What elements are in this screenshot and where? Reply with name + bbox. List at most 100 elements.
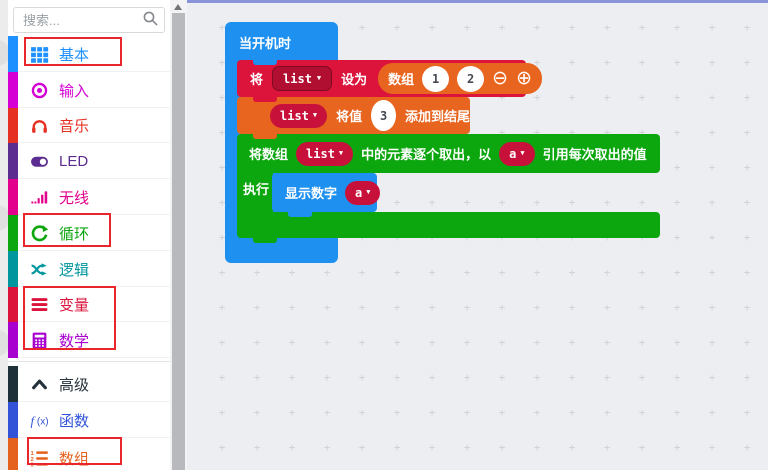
grid-plus: + bbox=[742, 408, 752, 418]
grid-plus: + bbox=[462, 303, 472, 313]
workspace-top-border bbox=[187, 0, 768, 3]
grid-plus: + bbox=[672, 233, 682, 243]
grid-plus: + bbox=[707, 408, 717, 418]
sidebar-item-music[interactable]: 音乐 bbox=[8, 108, 170, 143]
grid-plus: + bbox=[672, 128, 682, 138]
grid-plus: + bbox=[567, 373, 577, 383]
array-item-field[interactable]: 1 bbox=[422, 66, 449, 92]
for-each-block[interactable]: 将数组 list ▼ 中的元素逐个取出，以 a ▼ 引用每次取出的值 bbox=[237, 134, 660, 173]
sidebar-scrollbar[interactable] bbox=[170, 0, 187, 470]
grid-plus: + bbox=[532, 198, 542, 208]
sidebar-item-input[interactable]: 输入 bbox=[8, 72, 170, 108]
connector-bump bbox=[288, 212, 312, 217]
grid-plus: + bbox=[567, 93, 577, 103]
grid-plus: + bbox=[427, 408, 437, 418]
grid-plus: + bbox=[497, 268, 507, 278]
grid-plus: + bbox=[322, 408, 332, 418]
grid-plus: + bbox=[392, 408, 402, 418]
grid-plus: + bbox=[217, 443, 227, 453]
scrollbar-thumb[interactable] bbox=[172, 13, 185, 470]
grid-plus: + bbox=[707, 303, 717, 313]
grid-plus: + bbox=[742, 23, 752, 33]
sidebar-item-functions[interactable]: f(x)函数 bbox=[8, 402, 170, 438]
grid-plus: + bbox=[322, 338, 332, 348]
grid-plus: + bbox=[707, 128, 717, 138]
grid-plus: + bbox=[532, 93, 542, 103]
grid-plus: + bbox=[707, 23, 717, 33]
grid-plus: + bbox=[322, 373, 332, 383]
grid-plus: + bbox=[602, 338, 612, 348]
grid-plus: + bbox=[742, 128, 752, 138]
grid-plus: + bbox=[497, 23, 507, 33]
grid-plus: + bbox=[602, 268, 612, 278]
grid-plus: + bbox=[637, 373, 647, 383]
show-number-block[interactable]: 显示数字 a ▼ bbox=[272, 173, 377, 212]
grid-plus: + bbox=[707, 93, 717, 103]
grid-plus: + bbox=[567, 198, 577, 208]
sidebar-item-led[interactable]: LED bbox=[8, 143, 170, 179]
category-color-strip bbox=[8, 287, 18, 322]
append-suffix-label: 添加到结尾 bbox=[405, 106, 470, 125]
on-start-label: 当开机时 bbox=[239, 33, 291, 52]
highlight-rect-arrays bbox=[27, 437, 122, 465]
workspace-canvas[interactable]: + + + + + + + + + + + + + + + + + + + + + + + + + + + + + + + + + + + + + + + +… bbox=[187, 0, 768, 470]
dropdown-caret-icon: ▼ bbox=[317, 75, 321, 82]
grid-plus: + bbox=[287, 338, 297, 348]
grid-plus: + bbox=[392, 443, 402, 453]
grid-plus: + bbox=[532, 303, 542, 313]
grid-plus: + bbox=[462, 443, 472, 453]
grid-plus: + bbox=[637, 93, 647, 103]
grid-plus: + bbox=[602, 58, 612, 68]
grid-plus: + bbox=[392, 373, 402, 383]
variable-dropdown[interactable]: list ▼ bbox=[272, 66, 332, 91]
sidebar-item-logic[interactable]: 逻辑 bbox=[8, 251, 170, 287]
array-value-block[interactable]: 数组 1 2 ⊖ ⊕ bbox=[378, 63, 542, 94]
simulator-fragment bbox=[0, 330, 8, 356]
sidebar-item-label: 函数 bbox=[59, 410, 89, 431]
sidebar-item-label: 逻辑 bbox=[59, 259, 89, 280]
category-color-strip bbox=[8, 366, 18, 402]
foreach-tail-label: 引用每次取出的值 bbox=[543, 144, 647, 163]
set-variable-block[interactable]: 将 list ▼ 设为 数组 1 2 ⊖ ⊕ bbox=[237, 60, 526, 97]
grid-plus: + bbox=[672, 373, 682, 383]
grid-plus: + bbox=[567, 338, 577, 348]
connector-bump bbox=[253, 97, 277, 102]
add-element-button[interactable]: ⊕ bbox=[516, 69, 532, 88]
grid-plus: + bbox=[287, 408, 297, 418]
grid-plus: + bbox=[357, 443, 367, 453]
grid-plus: + bbox=[287, 443, 297, 453]
sidebar-item-advanced[interactable]: 高级 bbox=[8, 366, 170, 402]
grid-plus: + bbox=[602, 408, 612, 418]
grid-plus: + bbox=[707, 58, 717, 68]
grid-plus: + bbox=[672, 443, 682, 453]
grid-plus: + bbox=[742, 303, 752, 313]
search-icon bbox=[142, 10, 159, 27]
value-field[interactable]: 3 bbox=[371, 100, 396, 131]
iterator-pill[interactable]: a ▼ bbox=[345, 181, 380, 205]
grid-plus: + bbox=[252, 303, 262, 313]
grid-plus: + bbox=[252, 338, 262, 348]
grid-plus: + bbox=[392, 198, 402, 208]
category-color-strip bbox=[8, 215, 18, 251]
grid-plus: + bbox=[217, 338, 227, 348]
sidebar-item-radio[interactable]: 无线 bbox=[8, 179, 170, 215]
array-append-block[interactable]: list ▼ 将值 3 添加到结尾 bbox=[237, 97, 470, 134]
headphones-icon bbox=[30, 116, 49, 135]
scroll-up-arrow-icon[interactable] bbox=[174, 4, 182, 10]
grid-plus: + bbox=[532, 23, 542, 33]
grid-plus: + bbox=[392, 338, 402, 348]
grid-plus: + bbox=[287, 373, 297, 383]
connector-bump bbox=[253, 238, 277, 243]
grid-plus: + bbox=[462, 198, 472, 208]
variable-pill[interactable]: list ▼ bbox=[296, 142, 353, 166]
remove-element-button[interactable]: ⊖ bbox=[492, 69, 508, 88]
dropdown-caret-icon: ▼ bbox=[366, 189, 370, 196]
grid-plus: + bbox=[602, 303, 612, 313]
category-color-strip bbox=[8, 402, 18, 438]
iterator-pill[interactable]: a ▼ bbox=[499, 142, 534, 166]
grid-plus: + bbox=[427, 443, 437, 453]
grid-plus: + bbox=[742, 443, 752, 453]
grid-plus: + bbox=[637, 303, 647, 313]
array-item-field[interactable]: 2 bbox=[457, 66, 484, 92]
variable-pill[interactable]: list ▼ bbox=[270, 104, 327, 128]
